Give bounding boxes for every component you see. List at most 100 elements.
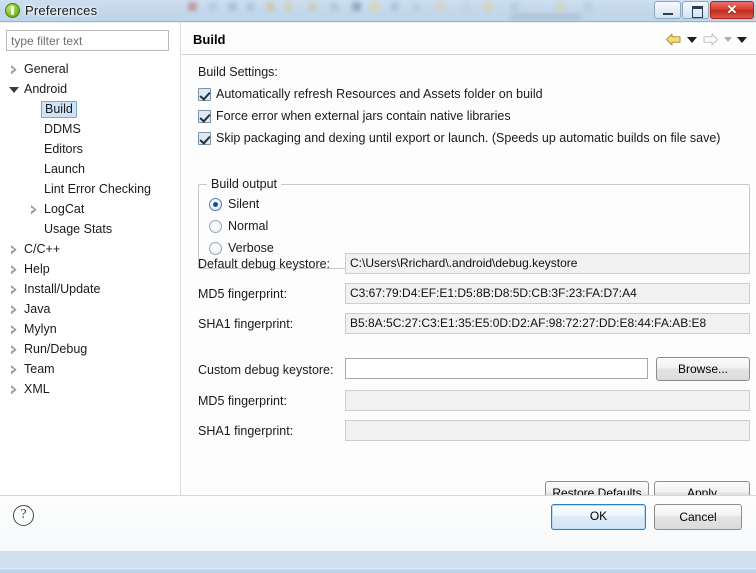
sidebar-item-android[interactable]: Android xyxy=(0,79,181,99)
back-history-chevron-down-icon[interactable] xyxy=(687,36,697,43)
sidebar-item-label: Install/Update xyxy=(24,282,101,296)
checkbox-force-error-native-libs-label: Force error when external jars contain n… xyxy=(216,109,511,123)
radio-silent-label: Silent xyxy=(228,197,260,211)
back-arrow-icon[interactable] xyxy=(665,32,682,47)
expand-triangle-icon[interactable] xyxy=(8,64,19,75)
checkbox-skip-packaging-dexing[interactable]: Skip packaging and dexing until export o… xyxy=(198,131,720,145)
preferences-dialog: General Android Build DDMS Editors Launch Lint… xyxy=(0,22,756,573)
build-settings-label: Build Settings: xyxy=(198,65,278,79)
sidebar-item-ddms[interactable]: DDMS xyxy=(0,119,181,139)
sidebar-item-c-c[interactable]: C/C++ xyxy=(0,239,181,259)
sidebar-item-run-debug[interactable]: Run/Debug xyxy=(0,339,181,359)
field-sha1-fingerprint: B5:8A:5C:27:C3:E1:35:E5:0D:D2:AF:98:72:2… xyxy=(345,313,750,334)
sidebar-item-xml[interactable]: XML xyxy=(0,379,181,399)
build-output-legend: Build output xyxy=(207,177,282,191)
minimize-button[interactable] xyxy=(654,1,681,19)
checkbox-skip-packaging-dexing-label: Skip packaging and dexing until export o… xyxy=(216,131,721,145)
sidebar-item-label: Android xyxy=(24,82,68,96)
label-sha1-fingerprint: SHA1 fingerprint: xyxy=(198,317,294,331)
sidebar-item-label: Launch xyxy=(44,162,86,176)
dialog-footer: ? OK Cancel xyxy=(0,496,756,551)
radio-normal-label: Normal xyxy=(228,219,269,233)
sidebar-item-launch[interactable]: Launch xyxy=(0,159,181,179)
checkbox-force-error-native-libs-box[interactable] xyxy=(198,109,211,123)
close-icon: ✕ xyxy=(726,2,738,17)
close-button[interactable]: ✕ xyxy=(710,1,754,19)
expand-triangle-icon[interactable] xyxy=(28,204,39,215)
tree-spacer-icon xyxy=(28,224,39,235)
expand-triangle-icon[interactable] xyxy=(8,264,19,275)
browse-button[interactable]: Browse... xyxy=(656,357,750,381)
sidebar-item-label: Usage Stats xyxy=(44,222,113,236)
filter-input[interactable] xyxy=(6,30,169,51)
view-menu-chevron-down-icon[interactable] xyxy=(737,36,747,43)
sidebar-item-help[interactable]: Help xyxy=(0,259,181,279)
maximize-button[interactable] xyxy=(682,1,709,19)
page-title: Build xyxy=(193,32,226,47)
expand-triangle-icon[interactable] xyxy=(8,364,19,375)
field-custom-md5-fingerprint xyxy=(345,390,750,411)
sidebar-item-label: Build xyxy=(41,100,77,118)
title-separator xyxy=(182,54,756,55)
radio-silent-button[interactable] xyxy=(209,197,222,211)
field-custom-sha1-fingerprint xyxy=(345,420,750,441)
checkbox-skip-packaging-dexing-box[interactable] xyxy=(198,131,211,145)
desktop-glass-reflection xyxy=(180,0,640,22)
radio-verbose-label: Verbose xyxy=(228,241,274,255)
sidebar-item-label: DDMS xyxy=(44,122,81,136)
expand-triangle-icon[interactable] xyxy=(8,384,19,395)
page-navigation-controls xyxy=(665,32,747,47)
forward-arrow-icon xyxy=(702,32,719,47)
radio-normal[interactable]: Normal xyxy=(209,219,268,233)
cancel-button[interactable]: Cancel xyxy=(654,504,742,530)
checkbox-auto-refresh-label: Automatically refresh Resources and Asse… xyxy=(216,87,543,101)
tree-spacer-icon xyxy=(28,144,39,155)
expand-triangle-icon[interactable] xyxy=(8,284,19,295)
sidebar-item-label: LogCat xyxy=(44,202,85,216)
radio-normal-button[interactable] xyxy=(209,219,222,233)
sidebar-item-usage-stats[interactable]: Usage Stats xyxy=(0,219,181,239)
sidebar-item-label: XML xyxy=(24,382,50,396)
expand-triangle-icon[interactable] xyxy=(8,304,19,315)
window-bottom-edge xyxy=(0,568,756,573)
sidebar-item-build[interactable]: Build xyxy=(0,99,181,119)
help-icon[interactable]: ? xyxy=(13,505,34,526)
window-title: Preferences xyxy=(25,3,98,18)
expand-triangle-icon[interactable] xyxy=(8,324,19,335)
checkbox-force-error-native-libs[interactable]: Force error when external jars contain n… xyxy=(198,109,511,123)
sidebar-item-java[interactable]: Java xyxy=(0,299,181,319)
sidebar-item-lint-error-checking[interactable]: Lint Error Checking xyxy=(0,179,181,199)
radio-verbose[interactable]: Verbose xyxy=(209,241,274,255)
tree-spacer-icon xyxy=(28,104,39,115)
sidebar-item-editors[interactable]: Editors xyxy=(0,139,181,159)
sidebar-item-label: Run/Debug xyxy=(24,342,88,356)
sidebar-item-label: Help xyxy=(24,262,50,276)
ok-button[interactable]: OK xyxy=(551,504,646,530)
tree-spacer-icon xyxy=(28,164,39,175)
sidebar-item-label: Team xyxy=(24,362,55,376)
sidebar-item-install-update[interactable]: Install/Update xyxy=(0,279,181,299)
tree-spacer-icon xyxy=(28,184,39,195)
label-md5-fingerprint: MD5 fingerprint: xyxy=(198,287,287,301)
checkbox-auto-refresh-box[interactable] xyxy=(198,87,211,101)
label-custom-md5-fingerprint: MD5 fingerprint: xyxy=(198,394,287,408)
radio-verbose-button[interactable] xyxy=(209,241,222,255)
preferences-app-icon xyxy=(5,3,20,18)
collapse-triangle-icon[interactable] xyxy=(8,84,19,95)
preferences-tree[interactable]: General Android Build DDMS Editors Launch Lint… xyxy=(0,59,181,399)
expand-triangle-icon[interactable] xyxy=(8,244,19,255)
forward-history-chevron-down-icon xyxy=(724,37,732,42)
sidebar-item-team[interactable]: Team xyxy=(0,359,181,379)
sidebar-item-general[interactable]: General xyxy=(0,59,181,79)
window-title-bar[interactable]: Preferences ✕ xyxy=(0,0,756,22)
expand-triangle-icon[interactable] xyxy=(8,344,19,355)
field-custom-debug-keystore[interactable] xyxy=(345,358,648,379)
sidebar-item-label: General xyxy=(24,62,69,76)
label-custom-debug-keystore: Custom debug keystore: xyxy=(198,363,334,377)
sidebar-item-logcat[interactable]: LogCat xyxy=(0,199,181,219)
radio-silent[interactable]: Silent xyxy=(209,197,259,211)
checkbox-auto-refresh[interactable]: Automatically refresh Resources and Asse… xyxy=(198,87,543,101)
label-default-debug-keystore: Default debug keystore: xyxy=(198,257,331,271)
label-custom-sha1-fingerprint: SHA1 fingerprint: xyxy=(198,424,294,438)
sidebar-item-mylyn[interactable]: Mylyn xyxy=(0,319,181,339)
